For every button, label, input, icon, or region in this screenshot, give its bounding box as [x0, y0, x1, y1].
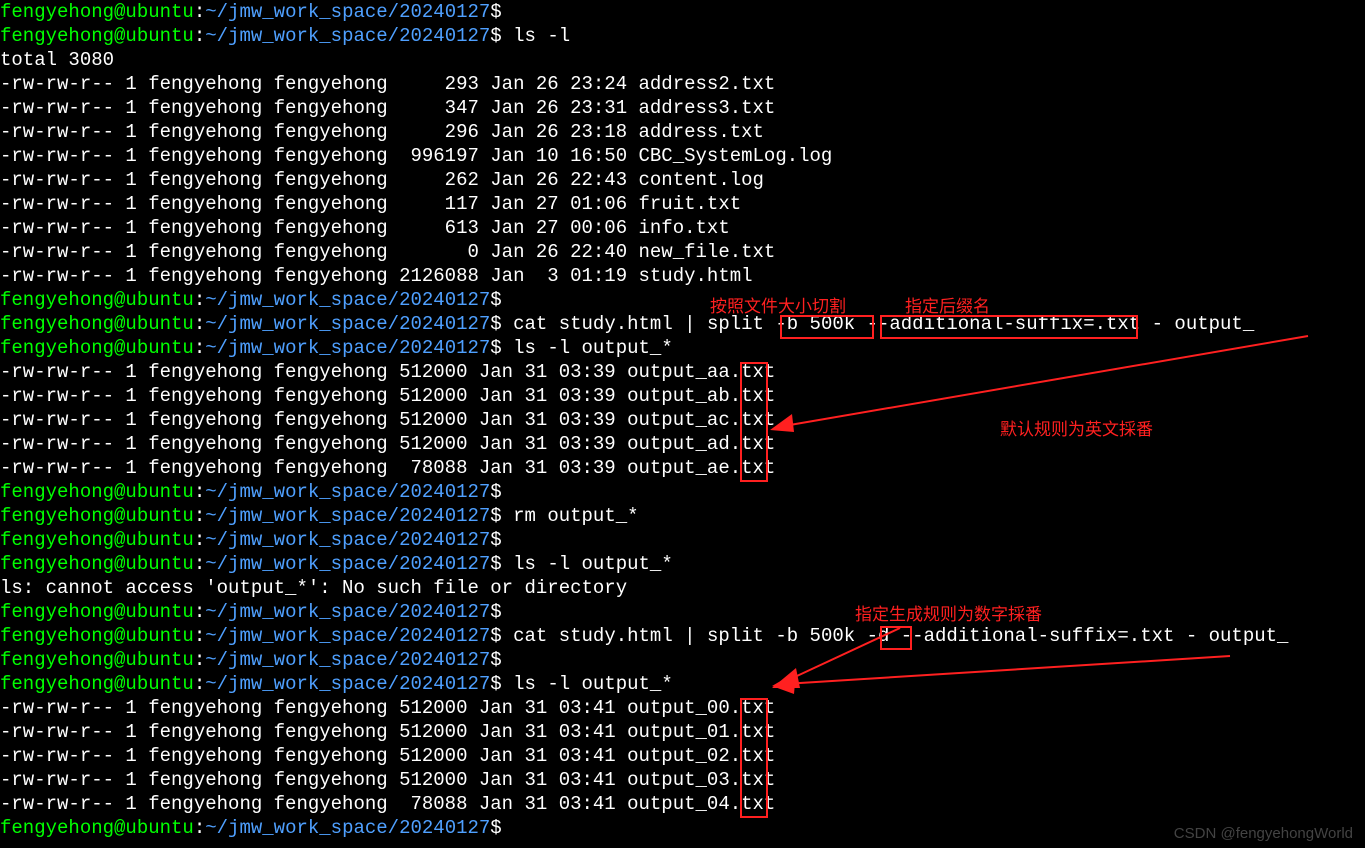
prompt-line: fengyehong@ubuntu:~/jmw_work_space/20240…	[0, 24, 1365, 48]
highlight-box	[740, 362, 768, 482]
output-line: -rw-rw-r-- 1 fengyehong fengyehong 78088…	[0, 456, 1365, 480]
output-line: -rw-rw-r-- 1 fengyehong fengyehong 117 J…	[0, 192, 1365, 216]
prompt-line: fengyehong@ubuntu:~/jmw_work_space/20240…	[0, 288, 1365, 312]
output-line: -rw-rw-r-- 1 fengyehong fengyehong 78088…	[0, 792, 1365, 816]
prompt-line: fengyehong@ubuntu:~/jmw_work_space/20240…	[0, 552, 1365, 576]
output-line: total 3080	[0, 48, 1365, 72]
output-line: -rw-rw-r-- 1 fengyehong fengyehong 262 J…	[0, 168, 1365, 192]
annotation-suffix: 指定后缀名	[905, 292, 990, 317]
output-line: -rw-rw-r-- 1 fengyehong fengyehong 0 Jan…	[0, 240, 1365, 264]
prompt-line: fengyehong@ubuntu:~/jmw_work_space/20240…	[0, 480, 1365, 504]
output-line: -rw-rw-r-- 1 fengyehong fengyehong 99619…	[0, 144, 1365, 168]
output-line: -rw-rw-r-- 1 fengyehong fengyehong 21260…	[0, 264, 1365, 288]
output-line: -rw-rw-r-- 1 fengyehong fengyehong 347 J…	[0, 96, 1365, 120]
output-line: -rw-rw-r-- 1 fengyehong fengyehong 51200…	[0, 768, 1365, 792]
output-line: -rw-rw-r-- 1 fengyehong fengyehong 51200…	[0, 744, 1365, 768]
highlight-box	[740, 698, 768, 818]
prompt-line: fengyehong@ubuntu:~/jmw_work_space/20240…	[0, 816, 1365, 840]
output-line: -rw-rw-r-- 1 fengyehong fengyehong 296 J…	[0, 120, 1365, 144]
annotation-split-size: 按照文件大小切割	[710, 292, 846, 317]
prompt-line: fengyehong@ubuntu:~/jmw_work_space/20240…	[0, 504, 1365, 528]
arrow-icon	[770, 648, 1240, 708]
prompt-line: fengyehong@ubuntu:~/jmw_work_space/20240…	[0, 0, 1365, 24]
watermark: CSDN @fengyehongWorld	[1174, 825, 1353, 842]
output-line: ls: cannot access 'output_*': No such fi…	[0, 576, 1365, 600]
output-line: -rw-rw-r-- 1 fengyehong fengyehong 613 J…	[0, 216, 1365, 240]
output-line: -rw-rw-r-- 1 fengyehong fengyehong 293 J…	[0, 72, 1365, 96]
output-line: -rw-rw-r-- 1 fengyehong fengyehong 51200…	[0, 720, 1365, 744]
prompt-line: fengyehong@ubuntu:~/jmw_work_space/20240…	[0, 528, 1365, 552]
arrow-icon	[770, 330, 1330, 440]
